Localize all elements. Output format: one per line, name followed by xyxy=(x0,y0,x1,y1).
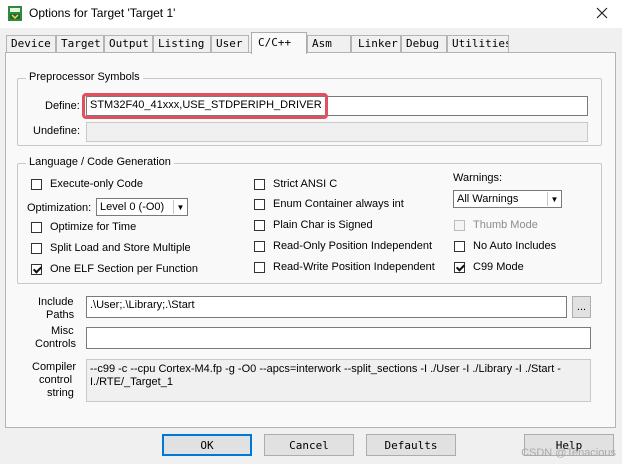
checkbox-box[interactable] xyxy=(454,240,465,252)
define-highlight xyxy=(82,93,328,119)
preprocessor-group-title: Preprocessor Symbols xyxy=(26,71,143,83)
tab-strip: Device Target Output Listing User C/C++ … xyxy=(6,32,618,54)
optimization-select[interactable]: Level 0 (-O0) ▼ xyxy=(96,198,188,216)
checkbox-box[interactable] xyxy=(254,219,265,231)
include-label: Include xyxy=(38,296,74,308)
rw-pos-indep-checkbox[interactable]: Read-Write Position Independent xyxy=(254,261,435,273)
thumb-mode-checkbox[interactable]: Thumb Mode xyxy=(454,219,538,231)
strict-ansi-checkbox[interactable]: Strict ANSI C xyxy=(254,178,337,190)
checkbox-box[interactable] xyxy=(31,178,42,190)
include-paths-input[interactable]: .\User;.\Library;.\Start xyxy=(86,296,567,318)
checkbox-box[interactable] xyxy=(31,263,42,275)
checkbox-box[interactable] xyxy=(254,261,265,273)
watermark-text: CSDN @Tenacious xyxy=(521,447,616,459)
warnings-select[interactable]: All Warnings ▼ xyxy=(453,190,562,208)
optimize-time-checkbox[interactable]: Optimize for Time xyxy=(31,221,136,233)
tab-listing[interactable]: Listing xyxy=(153,35,211,53)
warnings-label: Warnings: xyxy=(453,172,503,184)
browse-button[interactable]: ... xyxy=(572,296,591,318)
optimization-label: Optimization: xyxy=(27,202,92,214)
checkbox-box[interactable] xyxy=(254,178,265,190)
compiler-control-string: --c99 -c --cpu Cortex-M4.fp -g -O0 --apc… xyxy=(86,359,591,402)
ro-pos-indep-checkbox[interactable]: Read-Only Position Independent xyxy=(254,240,432,252)
checkbox-box[interactable] xyxy=(254,240,265,252)
chevron-down-icon[interactable]: ▼ xyxy=(547,192,561,206)
tab-linker[interactable]: Linker xyxy=(351,35,401,53)
checkbox-box[interactable] xyxy=(454,219,465,231)
defaults-button[interactable]: Defaults xyxy=(366,434,456,456)
undefine-label: Undefine: xyxy=(33,125,81,137)
plain-char-checkbox[interactable]: Plain Char is Signed xyxy=(254,219,373,231)
undefine-input[interactable] xyxy=(86,122,588,142)
tab-target[interactable]: Target xyxy=(56,35,104,53)
tab-user[interactable]: User xyxy=(211,35,249,53)
checkbox-box[interactable] xyxy=(31,221,42,233)
checkbox-box[interactable] xyxy=(254,198,265,210)
tab-panel: Preprocessor Symbols Define: STM32F40_41… xyxy=(5,52,616,428)
no-auto-includes-checkbox[interactable]: No Auto Includes xyxy=(454,240,556,252)
compiler-label: Compiler xyxy=(32,361,77,373)
misc-label: Misc xyxy=(51,325,74,337)
tab-device[interactable]: Device xyxy=(6,35,56,53)
ok-button[interactable]: OK xyxy=(162,434,252,456)
one-elf-checkbox[interactable]: One ELF Section per Function xyxy=(31,263,198,275)
string-label: string xyxy=(47,387,74,399)
c99-mode-checkbox[interactable]: C99 Mode xyxy=(454,261,524,273)
language-group-title: Language / Code Generation xyxy=(26,156,174,168)
keil-app-icon xyxy=(7,5,23,22)
chevron-down-icon[interactable]: ▼ xyxy=(173,200,187,214)
execute-only-checkbox[interactable]: Execute-only Code xyxy=(31,178,143,190)
misc-controls-input[interactable] xyxy=(86,327,591,349)
checkbox-box[interactable] xyxy=(454,261,465,273)
define-label: Define: xyxy=(45,100,80,112)
close-icon[interactable] xyxy=(590,2,614,24)
checkbox-box[interactable] xyxy=(31,242,42,254)
title-bar: Options for Target 'Target 1' xyxy=(0,0,622,28)
tab-asm[interactable]: Asm xyxy=(307,35,351,53)
tab-utilities[interactable]: Utilities xyxy=(447,35,509,53)
window-title: Options for Target 'Target 1' xyxy=(29,6,176,20)
enum-container-checkbox[interactable]: Enum Container always int xyxy=(254,198,404,210)
cancel-button[interactable]: Cancel xyxy=(264,434,354,456)
controls-label: Controls xyxy=(35,338,76,350)
split-load-checkbox[interactable]: Split Load and Store Multiple xyxy=(31,242,191,254)
tab-debug[interactable]: Debug xyxy=(401,35,447,53)
paths-label: Paths xyxy=(46,309,75,321)
tab-c-cpp[interactable]: C/C++ xyxy=(251,32,307,54)
tab-output[interactable]: Output xyxy=(104,35,153,53)
control-label: control xyxy=(39,374,73,386)
